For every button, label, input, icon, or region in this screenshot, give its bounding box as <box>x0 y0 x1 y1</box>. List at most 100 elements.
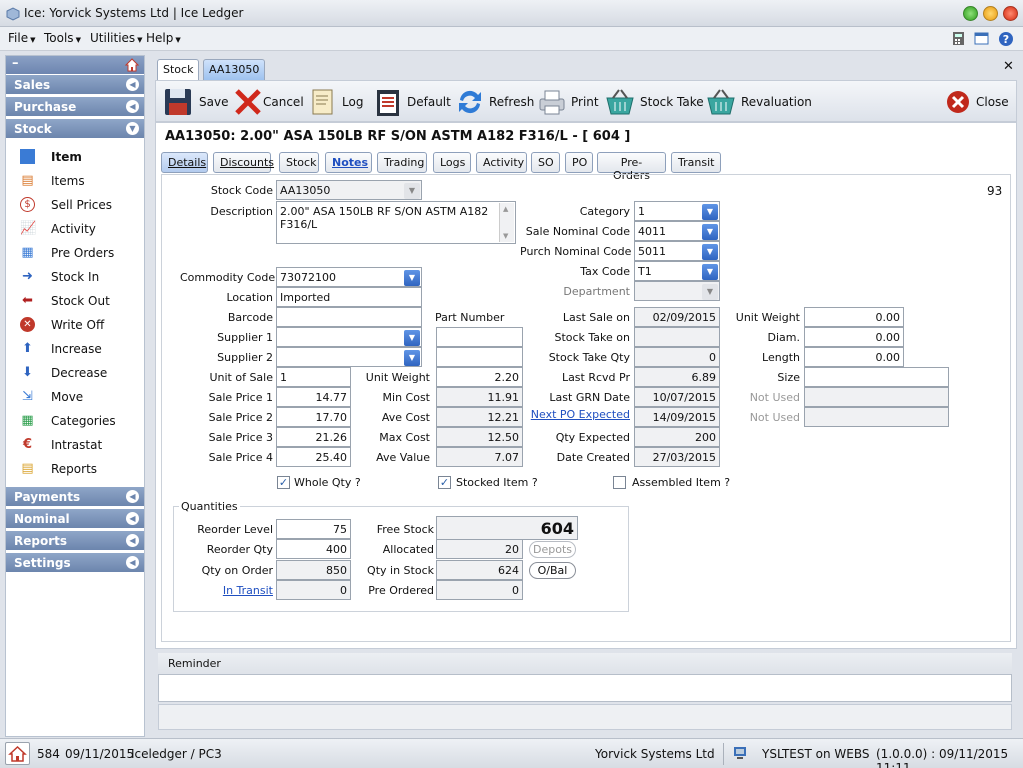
tab-trading[interactable]: Trading <box>377 152 427 173</box>
default-button[interactable]: Default <box>372 81 451 123</box>
sidebar-item-intrastat[interactable]: € Intrastat <box>6 434 144 456</box>
stock-code-field[interactable]: AA13050 ▼ <box>276 180 422 200</box>
stock-take-button[interactable]: Stock Take <box>604 81 704 123</box>
tax-code-field[interactable]: T1 ▼ <box>634 261 720 281</box>
unit-weight-field[interactable]: 2.20 <box>436 367 523 387</box>
help-icon[interactable]: ? <box>998 31 1013 46</box>
sidebar-item-reports[interactable]: ▤ Reports <box>6 458 144 480</box>
next-po-expected-link[interactable]: Next PO Expected <box>520 408 630 421</box>
sidebar-section-nominal[interactable]: Nominal ◀ <box>6 509 144 529</box>
barcode-field[interactable] <box>276 307 422 327</box>
home-button[interactable] <box>5 742 30 765</box>
stocked-item-checkbox[interactable]: ✓ <box>438 476 451 489</box>
cancel-button[interactable]: Cancel <box>232 81 304 123</box>
length-field[interactable]: 0.00 <box>804 347 904 367</box>
stock-take-on-label: Stock Take on <box>554 331 630 344</box>
reorder-qty-field[interactable]: 400 <box>276 539 351 559</box>
assembled-item-checkbox[interactable] <box>613 476 626 489</box>
sidebar-item-categories[interactable]: ▦ Categories <box>6 410 144 432</box>
sidebar-section-settings[interactable]: Settings ◀ <box>6 553 144 573</box>
allocated-field: 20 <box>436 539 523 559</box>
sidebar-item-increase[interactable]: ⬆ Increase <box>6 338 144 360</box>
printer-icon <box>539 90 565 115</box>
description-field[interactable]: 2.00" ASA 150LB RF S/ON ASTM A182 F316/L… <box>276 201 516 244</box>
unit-of-sale-field[interactable]: 1 <box>276 367 351 387</box>
calculator-icon[interactable] <box>951 31 966 46</box>
tab-details[interactable]: Details <box>161 152 208 173</box>
part-number1-field[interactable] <box>436 327 523 347</box>
sidebar-item-stock-in[interactable]: ➜ Stock In <box>6 266 144 288</box>
tab-activity[interactable]: Activity <box>476 152 527 173</box>
sidebar-item-items[interactable]: ▤ Items <box>6 170 144 192</box>
close-tab-icon[interactable]: ✕ <box>1003 59 1014 74</box>
refresh-button[interactable]: Refresh <box>454 81 534 123</box>
status-user: Iceledger / PC3 <box>131 747 222 761</box>
last-rcvd-pr-field: 6.89 <box>634 367 720 387</box>
commodity-code-field[interactable]: 73072100 ▼ <box>276 267 422 287</box>
tab-notes[interactable]: Notes <box>325 152 372 173</box>
menu-file[interactable]: File ▼ <box>8 31 35 45</box>
menu-utilities[interactable]: Utilities ▼ <box>90 31 143 45</box>
unit-weight2-field[interactable]: 0.00 <box>804 307 904 327</box>
reorder-level-field[interactable]: 75 <box>276 519 351 539</box>
log-button[interactable]: Log <box>306 81 366 123</box>
maximize-button[interactable] <box>963 6 978 21</box>
save-button[interactable]: Save <box>162 81 228 123</box>
supplier1-field[interactable]: ▼ <box>276 327 422 347</box>
sale-nominal-field[interactable]: 4011 ▼ <box>634 221 720 241</box>
purch-nominal-field[interactable]: 5011 ▼ <box>634 241 720 261</box>
supplier2-field[interactable]: ▼ <box>276 347 422 367</box>
home-icon[interactable] <box>124 57 140 72</box>
reminder-field[interactable] <box>158 674 1012 702</box>
collapse-icon[interactable]: – <box>12 56 19 71</box>
sale-price4-field[interactable]: 25.40 <box>276 447 351 467</box>
allocated-label: Allocated <box>382 543 434 556</box>
sidebar-section-payments[interactable]: Payments ◀ <box>6 487 144 507</box>
sidebar-item-item[interactable]: Item <box>6 146 144 168</box>
scrollbar[interactable]: ▲ ▼ <box>499 203 514 242</box>
sidebar-item-activity[interactable]: 📈 Activity <box>6 218 144 240</box>
tab-pre-orders[interactable]: Pre-Orders <box>597 152 666 182</box>
arrow-right-icon: ➜ <box>22 269 33 284</box>
depots-button[interactable]: Depots <box>529 541 576 558</box>
minimize-button[interactable] <box>983 6 998 21</box>
sidebar-section-stock[interactable]: Stock ▼ <box>6 119 144 139</box>
size-field[interactable] <box>804 367 949 387</box>
sidebar-item-stock-out[interactable]: ⬅ Stock Out <box>6 290 144 312</box>
tab-so[interactable]: SO <box>531 152 560 173</box>
doc-tab-record[interactable]: AA13050 <box>203 59 266 80</box>
sidebar-section-purchase[interactable]: Purchase ◀ <box>6 97 144 117</box>
sidebar-item-decrease[interactable]: ⬇ Decrease <box>6 362 144 384</box>
tab-transit[interactable]: Transit <box>671 152 721 173</box>
sidebar-item-write-off[interactable]: ✕ Write Off <box>6 314 144 336</box>
menu-tools[interactable]: Tools ▼ <box>44 31 81 45</box>
sidebar-section-reports[interactable]: Reports ◀ <box>6 531 144 551</box>
tab-stock[interactable]: Stock <box>279 152 319 173</box>
sidebar-section-sales[interactable]: Sales ◀ <box>6 75 144 95</box>
location-field[interactable]: Imported <box>276 287 422 307</box>
window-icon[interactable] <box>974 31 989 46</box>
in-transit-link[interactable]: In Transit <box>180 584 273 597</box>
close-button[interactable]: Close <box>946 81 1012 123</box>
tab-po[interactable]: PO <box>565 152 593 173</box>
qty-in-stock-label: Qty in Stock <box>367 564 434 577</box>
sidebar-item-sell-prices[interactable]: $ Sell Prices <box>6 194 144 216</box>
sale-price1-field[interactable]: 14.77 <box>276 387 351 407</box>
obal-button[interactable]: O/Bal <box>529 562 576 579</box>
category-field[interactable]: 1 ▼ <box>634 201 720 221</box>
diam-field[interactable]: 0.00 <box>804 327 904 347</box>
close-window-button[interactable] <box>1003 6 1018 21</box>
whole-qty-checkbox[interactable]: ✓ <box>277 476 290 489</box>
part-number2-field[interactable] <box>436 347 523 367</box>
print-button[interactable]: Print <box>536 81 601 123</box>
sale-price2-field[interactable]: 17.70 <box>276 407 351 427</box>
menu-help[interactable]: Help ▼ <box>146 31 181 45</box>
tab-discounts[interactable]: Discounts <box>213 152 274 173</box>
sidebar-item-move[interactable]: ⇲ Move <box>6 386 144 408</box>
doc-tab-stock[interactable]: Stock <box>157 59 200 80</box>
tab-logs[interactable]: Logs <box>433 152 471 173</box>
revaluation-button[interactable]: Revaluation <box>705 81 812 123</box>
chevron-left-icon: ◀ <box>126 78 139 91</box>
sidebar-item-pre-orders[interactable]: ▦ Pre Orders <box>6 242 144 264</box>
sale-price3-field[interactable]: 21.26 <box>276 427 351 447</box>
